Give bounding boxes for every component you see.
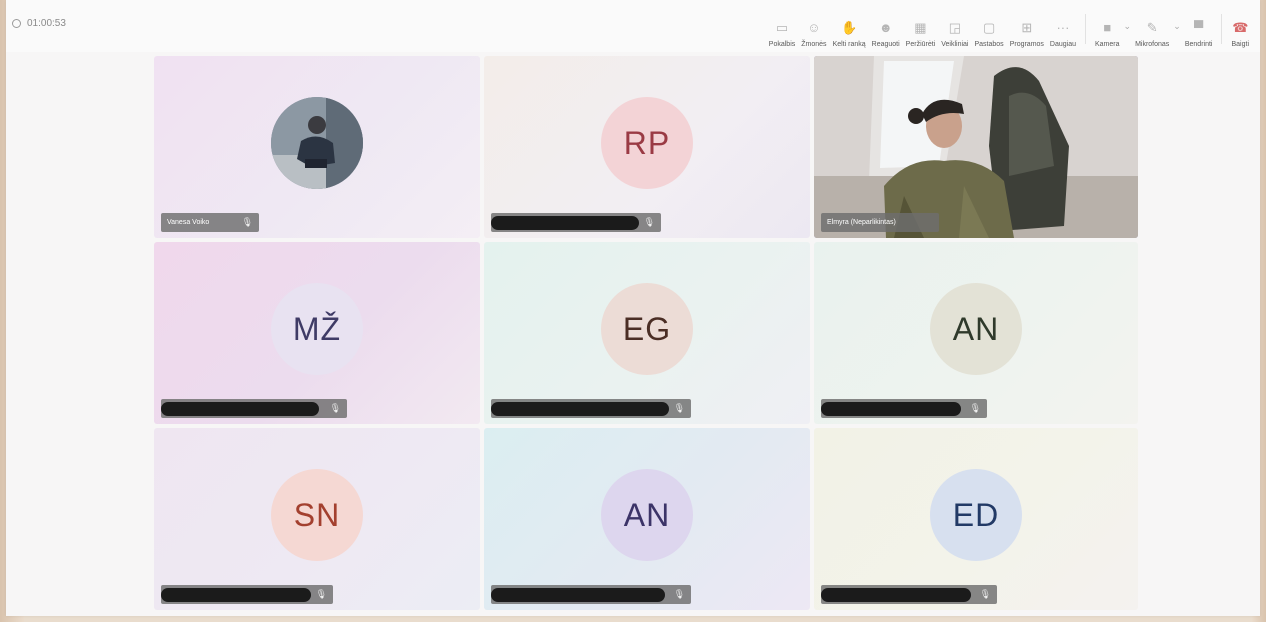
share-button[interactable]: ▀ Bendrinti — [1185, 20, 1213, 49]
redaction-mark — [821, 588, 971, 602]
microphone-options-chevron-icon[interactable]: ⌄ — [1173, 21, 1181, 32]
toolbar-divider — [1085, 14, 1086, 44]
participant-initials: MŽ — [292, 310, 342, 347]
toolbar-apps-button[interactable]: ⊞ Programos — [1010, 20, 1044, 49]
mic-muted-icon: 🎙 — [241, 217, 253, 227]
redaction-mark — [821, 402, 961, 416]
apps-icon: ⊞ — [1021, 20, 1033, 35]
raise-hand-icon: ✋ — [841, 20, 858, 35]
participant-tile[interactable]: AN 🎙 — [484, 428, 810, 610]
participant-nameplate: Vanesa Voiko 🎙 — [161, 213, 259, 232]
participant-video-feed — [814, 56, 1138, 238]
mic-muted-icon: 🎙 — [673, 589, 685, 599]
participant-initials-avatar: AN — [601, 469, 693, 561]
toolbar-notes-button[interactable]: ▢ Pastabos — [975, 20, 1004, 49]
camera-icon: ■ — [1103, 20, 1112, 35]
redaction-mark — [491, 402, 669, 416]
participant-name: Vanesa Voiko — [167, 219, 210, 226]
meeting-window: 01:00:53 ▭ Pokalbis ☺ Žmonės ✋ Kelti ran… — [6, 0, 1260, 616]
participant-nameplate: 🎙 — [161, 585, 333, 604]
participant-initials-avatar: MŽ — [271, 283, 363, 375]
view-icon: ▦ — [914, 20, 927, 35]
toolbar-raise-hand-button[interactable]: ✋ Kelti ranką — [833, 20, 866, 49]
share-icon: ▀ — [1194, 20, 1204, 35]
camera-button[interactable]: ■ Kamera — [1095, 20, 1120, 49]
participant-initials: ED — [952, 496, 1000, 533]
participant-initials-avatar: ED — [930, 469, 1022, 561]
participant-grid: Vanesa Voiko 🎙 RP 🎙 Elmyra (Neparlikinta… — [154, 56, 1138, 611]
mic-muted-icon: 🎙 — [643, 217, 655, 227]
participant-nameplate: 🎙 — [491, 399, 691, 418]
participant-tile[interactable]: Vanesa Voiko 🎙 — [154, 56, 480, 238]
participant-tile[interactable]: ED 🎙 — [814, 428, 1138, 610]
participant-tile[interactable]: EG 🎙 — [484, 242, 810, 424]
participant-initials: EG — [622, 310, 672, 347]
participant-nameplate: 🎙 — [821, 585, 997, 604]
mic-muted-icon: 🎙 — [673, 403, 685, 413]
participant-initials: AN — [952, 310, 1000, 347]
redaction-mark — [491, 216, 639, 230]
participant-photo-avatar — [271, 97, 363, 189]
participant-initials: AN — [623, 496, 671, 533]
toolbar-chat-button[interactable]: ▭ Pokalbis — [769, 20, 795, 49]
participant-photo-image — [271, 97, 363, 189]
participant-tile[interactable]: SN 🎙 — [154, 428, 480, 610]
participant-tile-active-speaker[interactable]: Elmyra (Neparlikintas) — [814, 56, 1138, 238]
participant-nameplate: 🎙 — [491, 585, 691, 604]
hang-up-icon: ☎ — [1232, 20, 1249, 35]
toolbar-people-button[interactable]: ☺ Žmonės — [801, 20, 826, 49]
redaction-mark — [161, 402, 319, 416]
meeting-timer: 01:00:53 — [12, 18, 66, 29]
people-icon: ☺ — [807, 20, 821, 35]
participant-nameplate: Elmyra (Neparlikintas) — [821, 213, 939, 232]
camera-options-chevron-icon[interactable]: ⌄ — [1124, 21, 1132, 32]
toolbar-divider — [1221, 14, 1223, 44]
toolbar-more-button[interactable]: ··· Daugiau — [1050, 20, 1076, 49]
microphone-icon: ✎ — [1146, 20, 1158, 35]
mic-muted-icon: 🎙 — [969, 403, 981, 413]
participant-initials-avatar: SN — [271, 469, 363, 561]
rooms-icon: ◲ — [948, 20, 962, 35]
participant-initials-avatar: EG — [601, 283, 693, 375]
participant-name: Elmyra (Neparlikintas) — [827, 219, 896, 226]
participant-nameplate: 🎙 — [491, 213, 661, 232]
toolbar-view-button[interactable]: ▦ Peržiūrėti — [906, 20, 936, 49]
redaction-mark — [161, 588, 311, 602]
participant-tile[interactable]: MŽ 🎙 — [154, 242, 480, 424]
meeting-toolbar: ▭ Pokalbis ☺ Žmonės ✋ Kelti ranką ☻ Reag… — [766, 8, 1252, 48]
react-icon: ☻ — [878, 20, 893, 35]
mic-muted-icon: 🎙 — [329, 403, 341, 413]
participant-tile[interactable]: RP 🎙 — [484, 56, 810, 238]
redaction-mark — [491, 588, 665, 602]
participant-initials: RP — [623, 124, 671, 161]
toolbar-rooms-button[interactable]: ◲ Veikliniai — [941, 20, 968, 49]
meeting-top-bar: 01:00:53 ▭ Pokalbis ☺ Žmonės ✋ Kelti ran… — [6, 0, 1260, 52]
participant-tile[interactable]: AN 🎙 — [814, 242, 1138, 424]
participant-initials: SN — [293, 496, 341, 533]
participant-nameplate: 🎙 — [821, 399, 987, 418]
toolbar-react-button[interactable]: ☻ Reaguoti — [872, 20, 900, 49]
clock-icon — [12, 19, 21, 28]
mic-muted-icon: 🎙 — [315, 589, 327, 599]
participant-nameplate: 🎙 — [161, 399, 347, 418]
participant-initials-avatar: RP — [601, 97, 693, 189]
more-icon: ··· — [1056, 20, 1070, 35]
mic-muted-icon: 🎙 — [979, 589, 991, 599]
leave-button[interactable]: ☎ Baigti — [1231, 20, 1249, 49]
chat-icon: ▭ — [775, 20, 789, 35]
meeting-timer-text: 01:00:53 — [27, 18, 66, 29]
microphone-button[interactable]: ✎ Mikrofonas — [1135, 20, 1169, 49]
participant-initials-avatar: AN — [930, 283, 1022, 375]
notes-icon: ▢ — [982, 20, 996, 35]
